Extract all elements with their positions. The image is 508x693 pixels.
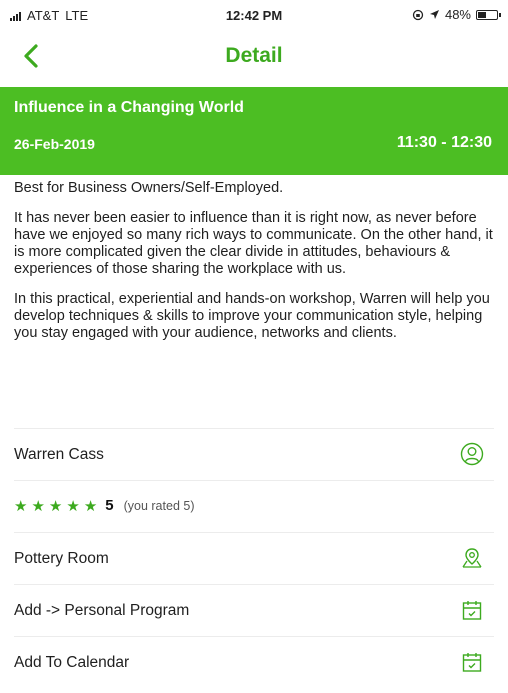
star-rating[interactable]: ★ ★ ★ ★ ★ [14, 497, 97, 515]
star-icon[interactable]: ★ [66, 497, 79, 515]
event-time: 11:30 - 12:30 [396, 134, 492, 151]
calendar-check-icon[interactable] [460, 650, 484, 674]
status-bar: AT&T LTE 12:42 PM 48% [0, 0, 508, 30]
add-personal-program-row[interactable]: Add -> Personal Program [14, 584, 494, 636]
event-description: Best for Business Owners/Self-Employed. … [14, 180, 494, 355]
orientation-lock-icon [412, 9, 424, 20]
speaker-name: Warren Cass [14, 445, 104, 463]
person-icon [460, 442, 484, 466]
speaker-row[interactable]: Warren Cass [14, 428, 494, 480]
calendar-check-icon[interactable] [460, 598, 484, 622]
description-paragraph-1: It has never been easier to influence th… [14, 210, 493, 277]
location-row[interactable]: Pottery Room [14, 532, 494, 584]
description-paragraph-2: In this practical, experiential and hand… [14, 291, 490, 341]
map-pin-icon [462, 548, 482, 568]
rating-row[interactable]: ★ ★ ★ ★ ★ 5 (you rated 5) [14, 480, 494, 530]
audience-text: Best for Business Owners/Self-Employed. [14, 180, 284, 196]
star-icon[interactable]: ★ [14, 497, 27, 515]
add-to-calendar-label: Add To Calendar [14, 653, 130, 671]
star-icon[interactable]: ★ [49, 497, 62, 515]
event-banner: Influence in a Changing World 26-Feb-201… [0, 87, 508, 175]
add-to-calendar-row[interactable]: Add To Calendar [14, 636, 494, 688]
add-personal-program-label: Add -> Personal Program [14, 601, 190, 619]
battery-percent: 48% [444, 7, 471, 22]
event-title: Influence in a Changing World [14, 99, 244, 116]
battery-fill [478, 11, 486, 18]
location-arrow-icon [429, 10, 439, 19]
page-title: Detail [225, 44, 283, 67]
navigation-bar: Detail [0, 30, 508, 82]
event-date: 26-Feb-2019 [14, 136, 95, 152]
star-icon[interactable]: ★ [31, 497, 44, 515]
star-icon[interactable]: ★ [84, 497, 97, 515]
status-right: 48% [412, 7, 501, 22]
battery-icon [476, 9, 501, 20]
location-label: Pottery Room [14, 549, 109, 567]
user-rating-note: (you rated 5) [123, 498, 195, 513]
rating-value: 5 [105, 497, 114, 514]
